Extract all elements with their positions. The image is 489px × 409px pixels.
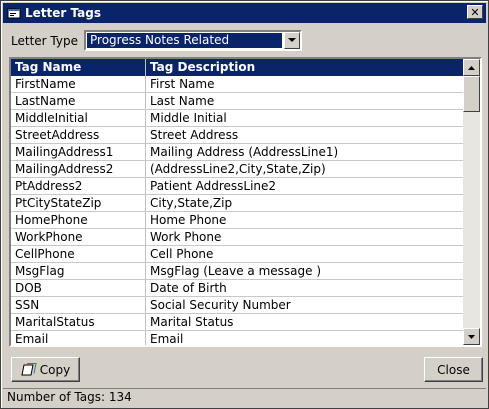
- close-icon: ✕: [470, 5, 480, 19]
- tag-description-cell: Street Address: [150, 128, 239, 142]
- tag-description-cell: Cell Phone: [150, 247, 214, 261]
- table-row[interactable]: HomePhone Home Phone: [11, 212, 463, 229]
- chevron-down-icon: [288, 38, 296, 42]
- tag-name-cell: MaritalStatus: [11, 314, 146, 330]
- tag-name-cell: FirstName: [11, 76, 146, 92]
- tag-description-cell: Date of Birth: [150, 281, 227, 295]
- table-row[interactable]: SSN Social Security Number: [11, 297, 463, 314]
- tag-name-cell: MiddleInitial: [11, 110, 146, 126]
- tag-name-cell: LastName: [11, 93, 146, 109]
- tag-description-cell: Email: [150, 332, 184, 345]
- tag-description-cell: City,State,Zip: [150, 196, 233, 210]
- table-row[interactable]: LastName Last Name: [11, 93, 463, 110]
- letter-type-dropdown[interactable]: Progress Notes Related: [84, 30, 302, 51]
- table-row[interactable]: MailingAddress2 (AddressLine2,City,State,…: [11, 161, 463, 178]
- table-row[interactable]: MsgFlag MsgFlag (Leave a message ): [11, 263, 463, 280]
- table-header: Tag Name Tag Description: [11, 59, 463, 76]
- status-bar: Number of Tags: 134: [3, 388, 486, 406]
- arrow-up-icon: [468, 65, 475, 70]
- letter-type-selected: Progress Notes Related: [87, 33, 282, 48]
- tag-name-cell: StreetAddress: [11, 127, 146, 143]
- column-header-tag-description[interactable]: Tag Description: [146, 59, 463, 76]
- tag-name-cell: PtCityStateZip: [11, 195, 146, 211]
- tag-name-cell: DOB: [11, 280, 146, 296]
- tag-description-cell: Last Name: [150, 94, 215, 108]
- scroll-down-button[interactable]: [463, 328, 480, 345]
- dropdown-button[interactable]: [284, 32, 300, 49]
- copy-icon: [21, 362, 37, 375]
- table-row[interactable]: MiddleInitial Middle Initial: [11, 110, 463, 127]
- letter-tags-window: Letter Tags ✕ Letter Type Progress Notes…: [0, 0, 489, 409]
- table-row[interactable]: DOB Date of Birth: [11, 280, 463, 297]
- table-row[interactable]: FirstName First Name: [11, 76, 463, 93]
- tag-name-cell: CellPhone: [11, 246, 146, 262]
- tag-count: Number of Tags: 134: [7, 390, 132, 404]
- tag-name-cell: MsgFlag: [11, 263, 146, 279]
- tag-description-cell: Marital Status: [150, 315, 234, 329]
- tag-description-cell: First Name: [150, 77, 215, 91]
- copy-label: Copy: [39, 362, 71, 377]
- close-label: Close: [437, 362, 470, 377]
- column-header-tag-name[interactable]: Tag Name: [11, 59, 146, 76]
- table-row[interactable]: StreetAddress Street Address: [11, 127, 463, 144]
- tags-table: Tag Name Tag Description FirstName First …: [9, 57, 482, 347]
- table-row[interactable]: WorkPhone Work Phone: [11, 229, 463, 246]
- tag-name-cell: HomePhone: [11, 212, 146, 228]
- tag-name-cell: PtAddress2: [11, 178, 146, 194]
- tag-description-cell: MsgFlag (Leave a message ): [150, 264, 322, 278]
- tag-description-cell: Patient AddressLine2: [150, 179, 277, 193]
- table-row[interactable]: MaritalStatus Marital Status: [11, 314, 463, 331]
- table-row[interactable]: Email Email: [11, 331, 463, 345]
- vertical-scrollbar[interactable]: [463, 59, 480, 345]
- tag-description-cell: Home Phone: [150, 213, 227, 227]
- window-title: Letter Tags: [25, 6, 101, 20]
- table-row[interactable]: PtCityStateZip City,State,Zip: [11, 195, 463, 212]
- tag-name-cell: MailingAddress1: [11, 144, 146, 160]
- tag-description-cell: Middle Initial: [150, 111, 227, 125]
- letter-type-label: Letter Type: [11, 34, 78, 48]
- tag-description-cell: (AddressLine2,City,State,Zip): [150, 162, 326, 176]
- tag-name-cell: SSN: [11, 297, 146, 313]
- tag-name-cell: Email: [11, 331, 146, 345]
- table-row[interactable]: PtAddress2 Patient AddressLine2: [11, 178, 463, 195]
- scroll-up-button[interactable]: [463, 59, 480, 76]
- title-bar: Letter Tags ✕: [3, 3, 486, 23]
- table-row[interactable]: MailingAddress1 Mailing Address (AddressL…: [11, 144, 463, 161]
- close-button[interactable]: Close: [424, 357, 483, 382]
- table-row[interactable]: CellPhone Cell Phone: [11, 246, 463, 263]
- copy-button[interactable]: Copy: [11, 357, 80, 382]
- app-icon: [7, 6, 21, 20]
- scroll-thumb[interactable]: [463, 76, 480, 112]
- tag-description-cell: Mailing Address (AddressLine1): [150, 145, 339, 159]
- arrow-down-icon: [468, 334, 475, 339]
- window-close-button[interactable]: ✕: [467, 5, 483, 19]
- tag-description-cell: Social Security Number: [150, 298, 291, 312]
- tag-description-cell: Work Phone: [150, 230, 222, 244]
- tag-name-cell: MailingAddress2: [11, 161, 146, 177]
- tag-name-cell: WorkPhone: [11, 229, 146, 245]
